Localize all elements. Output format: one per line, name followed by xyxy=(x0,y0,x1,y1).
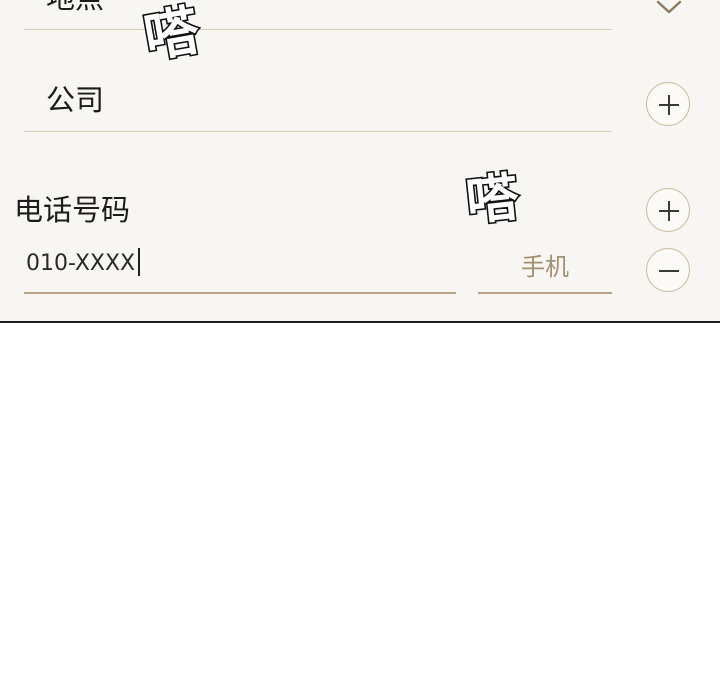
phone-type-underline xyxy=(478,292,612,294)
text-caret xyxy=(138,248,141,276)
remove-phone-button[interactable] xyxy=(646,248,690,292)
field-label-phone: 电话号码 xyxy=(14,193,131,227)
phone-type-select[interactable]: 手机 xyxy=(478,252,612,282)
minus-icon xyxy=(659,270,679,272)
plus-icon xyxy=(659,201,679,221)
plus-icon xyxy=(659,95,679,115)
svg-text:嗒: 嗒 xyxy=(140,0,205,64)
phone-input-underline xyxy=(24,292,456,294)
divider xyxy=(24,131,612,132)
divider xyxy=(24,29,612,30)
phone-number-input[interactable]: 010-XXXX xyxy=(26,248,326,278)
phone-number-value: 010-XXXX xyxy=(26,251,136,276)
field-label-company[interactable]: 公司 xyxy=(46,86,104,115)
sound-effect-text: 嗒 xyxy=(138,0,206,64)
svg-text:嗒: 嗒 xyxy=(463,167,522,230)
add-company-button[interactable] xyxy=(646,82,690,126)
sound-effect-text: 嗒 xyxy=(462,166,524,230)
add-phone-button[interactable] xyxy=(646,188,690,232)
chevron-down-icon[interactable] xyxy=(654,0,684,17)
blank-area xyxy=(0,323,720,700)
field-label-location: 地点 xyxy=(46,0,104,13)
contact-form-panel: 地点 公司 电话号码 010-XXXX 手机 嗒 嗒 xyxy=(0,0,720,323)
